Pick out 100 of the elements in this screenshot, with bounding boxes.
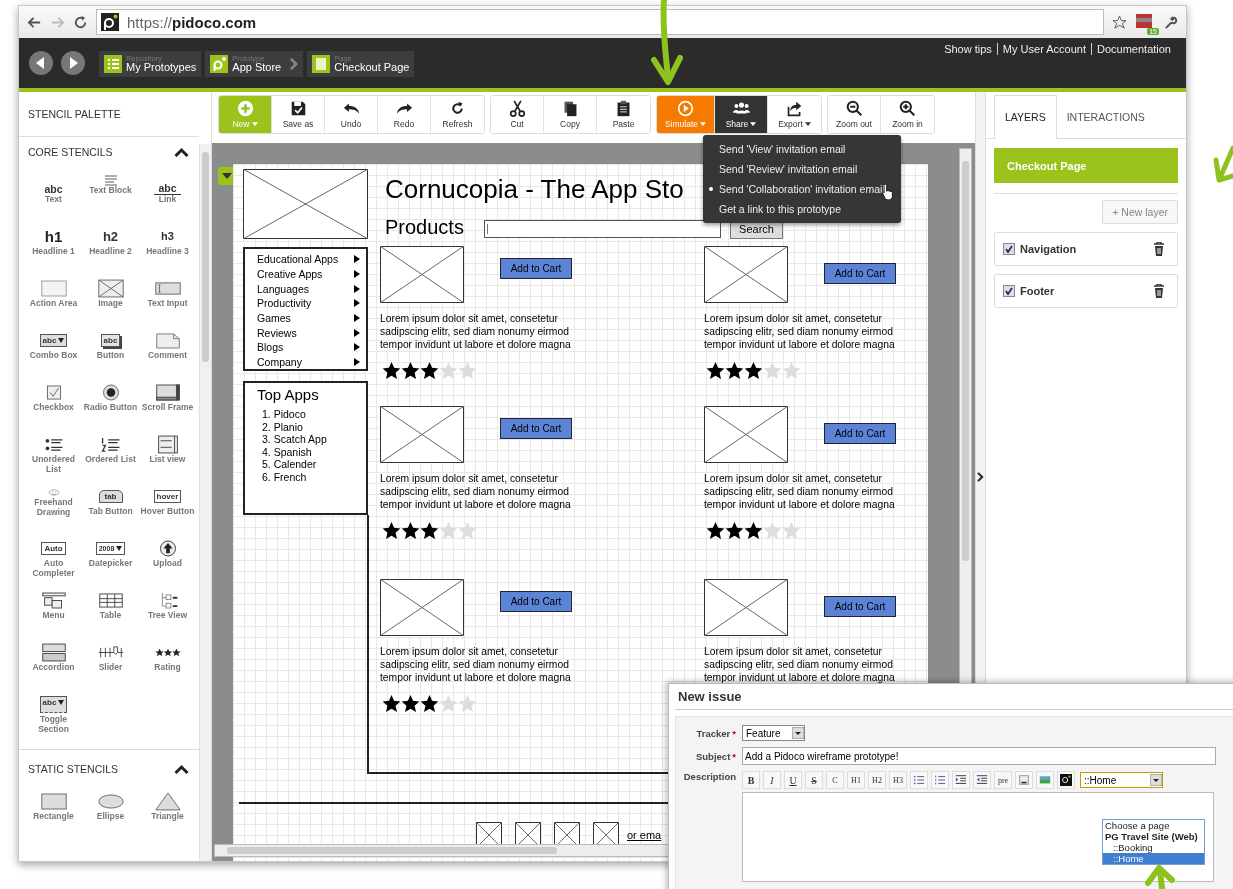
share-option[interactable]: Get a link to this prototype (703, 199, 901, 219)
header-link[interactable]: Documentation (1091, 43, 1176, 55)
search-field[interactable] (484, 220, 721, 238)
stencil-item[interactable]: Auto Auto Completer (25, 537, 82, 583)
dropdown-option[interactable]: ::Booking (1103, 842, 1204, 853)
trash-icon[interactable] (1153, 284, 1165, 298)
layer-row[interactable]: Navigation (994, 232, 1178, 266)
header-link[interactable]: Show tips (939, 43, 997, 55)
trash-icon[interactable] (1153, 242, 1165, 256)
breadcrumb-label[interactable]: My Prototypes (126, 62, 197, 74)
text-stencil-icon[interactable]: abc (44, 173, 63, 195)
editor-button[interactable]: U (784, 771, 802, 789)
panel-tab[interactable]: INTERACTIONS (1056, 95, 1155, 139)
editor-button[interactable] (952, 771, 970, 789)
stencil-item[interactable]: Upload (139, 537, 196, 583)
layer-row[interactable]: Footer (994, 274, 1178, 308)
add-to-cart-button[interactable]: Add to Cart (500, 418, 572, 439)
stencil-item[interactable]: Slider (82, 641, 139, 687)
panel-tab[interactable]: LAYERS (994, 95, 1057, 139)
stencil-item[interactable]: Image (82, 277, 139, 323)
layer-checkbox[interactable] (1003, 243, 1015, 255)
stencil-item[interactable]: abc Text (25, 173, 82, 219)
stencil-item[interactable]: Checkbox (25, 381, 82, 427)
add-to-cart-button[interactable]: Add to Cart (500, 591, 572, 612)
stencil-item[interactable]: abc Toggle Section (25, 693, 82, 739)
stencil-item[interactable]: Accordion (25, 641, 82, 687)
add-to-cart-button[interactable]: Add to Cart (824, 263, 896, 284)
category-link[interactable]: Reviews (257, 326, 297, 339)
add-to-cart-button[interactable]: Add to Cart (824, 596, 896, 617)
category-link[interactable]: Educational Apps (257, 253, 339, 266)
stencil-item[interactable]: Rating (139, 641, 196, 687)
stencil-item[interactable]: Unordered List (25, 433, 82, 479)
reload-icon[interactable] (73, 14, 88, 30)
stencil-item[interactable]: hover Hover Button (139, 485, 196, 531)
stencil-item[interactable]: Text Block (82, 173, 139, 219)
editor-button[interactable]: S (805, 771, 823, 789)
category-link[interactable]: Productivity (257, 297, 312, 310)
share-option[interactable]: Send 'View' invitation email (703, 139, 901, 159)
editor-button[interactable]: H3 (889, 771, 907, 789)
stencil-item[interactable]: abc Link (139, 173, 196, 219)
share-option[interactable]: Send 'Collaboration' invitation email (703, 179, 901, 199)
share-option[interactable]: Send 'Review' invitation email (703, 159, 901, 179)
layer-checkbox[interactable] (1003, 285, 1015, 297)
category-link[interactable]: Games (257, 312, 291, 325)
editor-button[interactable]: I (763, 771, 781, 789)
toolbar-button[interactable]: Zoom out (828, 96, 881, 133)
forward-button[interactable] (61, 51, 85, 75)
address-bar[interactable]: https://pidoco.com (96, 9, 1104, 35)
scrollbar[interactable] (199, 144, 211, 861)
h2-stencil-icon[interactable]: h2 (102, 225, 119, 247)
category-link[interactable]: Blogs (257, 341, 284, 354)
editor-button[interactable]: H1 (847, 771, 865, 789)
stencil-item[interactable]: Rectangle (25, 790, 82, 836)
wrench-icon[interactable] (1163, 14, 1178, 30)
toggle-stencil-icon[interactable]: abc (39, 693, 68, 715)
rect-stencil-icon[interactable] (38, 790, 69, 812)
back-button[interactable] (29, 51, 53, 75)
category-link[interactable]: Languages (257, 282, 309, 295)
stencil-item[interactable]: Radio Button (82, 381, 139, 427)
stencil-item[interactable]: Ellipse (82, 790, 139, 836)
bookmark-star-icon[interactable] (1112, 14, 1127, 30)
stencil-item[interactable]: Menu (25, 589, 82, 635)
stencil-item[interactable]: Scroll Frame (139, 381, 196, 427)
stencil-item[interactable]: tab Tab Button (82, 485, 139, 531)
stencil-item[interactable]: Table (82, 589, 139, 635)
stencil-item[interactable]: h1 Headline 1 (25, 225, 82, 271)
header-link[interactable]: My User Account (996, 43, 1091, 55)
triangle-stencil-icon[interactable] (152, 790, 183, 812)
h1-stencil-icon[interactable]: h1 (44, 225, 63, 247)
stencil-item[interactable]: Text Input (139, 277, 196, 323)
description-field[interactable] (742, 792, 1214, 882)
stencil-item[interactable]: abc Combo Box (25, 329, 82, 375)
editor-button[interactable]: pre (994, 771, 1012, 789)
page-select[interactable]: ::Home (1080, 772, 1163, 788)
extension-icon[interactable] (1135, 12, 1153, 30)
breadcrumb-label[interactable]: App Store (232, 62, 282, 74)
stencil-item[interactable]: Triangle (139, 790, 196, 836)
stencil-item[interactable]: Action Area (25, 277, 82, 323)
stencil-item[interactable]: Ordered List (82, 433, 139, 479)
editor-button[interactable] (973, 771, 991, 789)
editor-button[interactable]: C (826, 771, 844, 789)
dropdown-option[interactable]: Choose a page (1103, 820, 1204, 831)
add-to-cart-button[interactable]: Add to Cart (824, 423, 896, 444)
breadcrumb-label[interactable]: Checkout Page (334, 62, 410, 74)
toolbar-button[interactable]: Cut (491, 96, 544, 133)
editor-button[interactable]: H2 (868, 771, 886, 789)
stencil-item[interactable]: List view (139, 433, 196, 479)
section-title[interactable]: STATIC STENCILS (28, 763, 119, 775)
subject-field[interactable]: Add a Pidoco wireframe prototype! (742, 747, 1216, 765)
add-to-cart-button[interactable]: Add to Cart (500, 258, 572, 279)
category-link[interactable]: Company (257, 356, 302, 369)
collapse-chevron-icon[interactable] (174, 147, 189, 157)
editor-button[interactable]: B (742, 771, 760, 789)
collapse-chevron-icon[interactable] (174, 764, 189, 774)
editor-button[interactable] (1057, 771, 1075, 789)
toolbar-button[interactable]: Share (715, 96, 768, 133)
section-title[interactable]: CORE STENCILS (28, 146, 113, 158)
image-stencil-icon[interactable] (95, 277, 126, 299)
h3-stencil-icon[interactable]: h3 (161, 225, 174, 247)
stencil-item[interactable]: Comment (139, 329, 196, 375)
